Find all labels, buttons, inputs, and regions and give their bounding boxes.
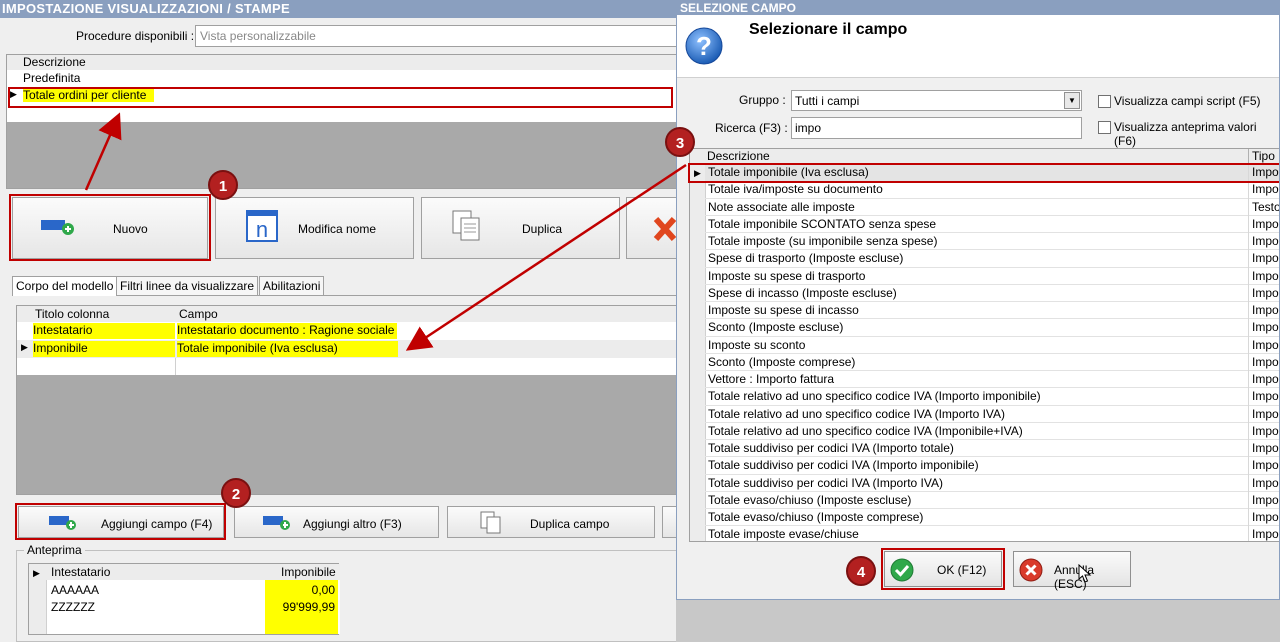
step-badge-4: 4 — [846, 556, 876, 586]
annotation-arrow-1 — [84, 112, 122, 191]
step-badge-3: 3 — [665, 127, 695, 157]
step-badge-1: 1 — [208, 170, 238, 200]
annotation-arrow-3 — [405, 163, 687, 351]
annotation-arrows — [84, 112, 687, 351]
step-badge-2: 2 — [221, 478, 251, 508]
